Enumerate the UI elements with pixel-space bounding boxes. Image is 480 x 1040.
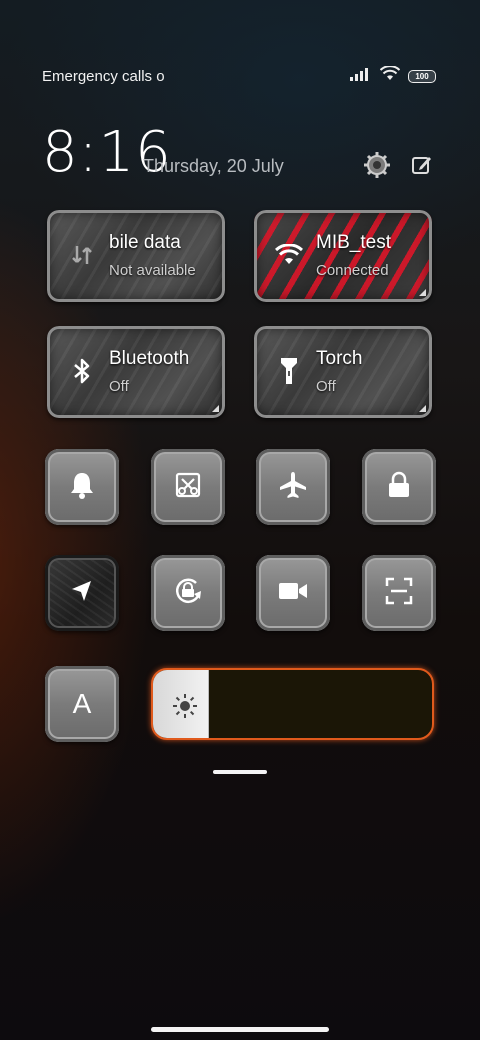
screenshot-crop-icon xyxy=(174,471,202,504)
battery-icon: 100 xyxy=(408,69,436,83)
mobile-data-icon xyxy=(67,240,97,270)
tile-subtitle: Off xyxy=(109,378,129,395)
brightness-slider[interactable] xyxy=(151,668,434,740)
tile-title: Bluetooth xyxy=(109,348,190,369)
settings-icon[interactable] xyxy=(360,148,394,182)
expand-corner-icon[interactable] xyxy=(419,405,426,412)
tile-title: bile data xyxy=(109,232,181,253)
toggle-location[interactable] xyxy=(45,555,119,631)
scan-icon xyxy=(385,577,413,610)
wifi-icon xyxy=(274,240,304,270)
auto-brightness-label: A xyxy=(72,688,92,719)
lock-icon xyxy=(386,471,412,504)
airplane-icon xyxy=(278,470,308,505)
toggle-scanner[interactable] xyxy=(362,555,436,631)
toggle-screenshot[interactable] xyxy=(151,449,225,525)
tile-torch[interactable]: Torch Off xyxy=(254,326,432,418)
status-icons: 100 xyxy=(350,65,436,86)
edit-icon[interactable] xyxy=(405,148,439,182)
tile-wifi[interactable]: MIB_test Connected xyxy=(254,210,432,302)
bluetooth-icon xyxy=(67,356,97,386)
tile-subtitle: Off xyxy=(316,378,336,395)
date: Thursday, 20 July xyxy=(143,156,284,176)
bell-icon xyxy=(69,471,95,504)
tile-subtitle: Not available xyxy=(109,262,196,279)
toggle-screen-record[interactable] xyxy=(256,555,330,631)
tile-mobile-data[interactable]: bile data Not available xyxy=(47,210,225,302)
tile-title: Torch xyxy=(316,348,363,369)
expand-corner-icon[interactable] xyxy=(212,405,219,412)
status-text: Emergency calls o xyxy=(42,68,165,85)
wifi-icon xyxy=(379,65,401,86)
torch-icon xyxy=(274,356,304,386)
expand-corner-icon[interactable] xyxy=(419,289,426,296)
auto-brightness-button[interactable]: A xyxy=(45,666,119,742)
tile-bluetooth[interactable]: Bluetooth Off xyxy=(47,326,225,418)
panel-drag-handle[interactable] xyxy=(213,770,267,774)
toggle-lock[interactable] xyxy=(362,449,436,525)
signal-icon xyxy=(350,67,372,86)
video-camera-icon xyxy=(278,580,308,607)
sun-icon xyxy=(171,692,199,720)
gesture-nav-bar[interactable] xyxy=(151,1027,329,1032)
auto-rotate-icon xyxy=(172,575,204,612)
toggle-ring[interactable] xyxy=(45,449,119,525)
status-bar: Emergency calls o 100 xyxy=(0,62,480,90)
tile-subtitle: Connected xyxy=(316,262,389,279)
toggle-airplane[interactable] xyxy=(256,449,330,525)
location-icon xyxy=(69,578,95,609)
tile-title: MIB_test xyxy=(316,232,391,253)
toggle-auto-rotate[interactable] xyxy=(151,555,225,631)
